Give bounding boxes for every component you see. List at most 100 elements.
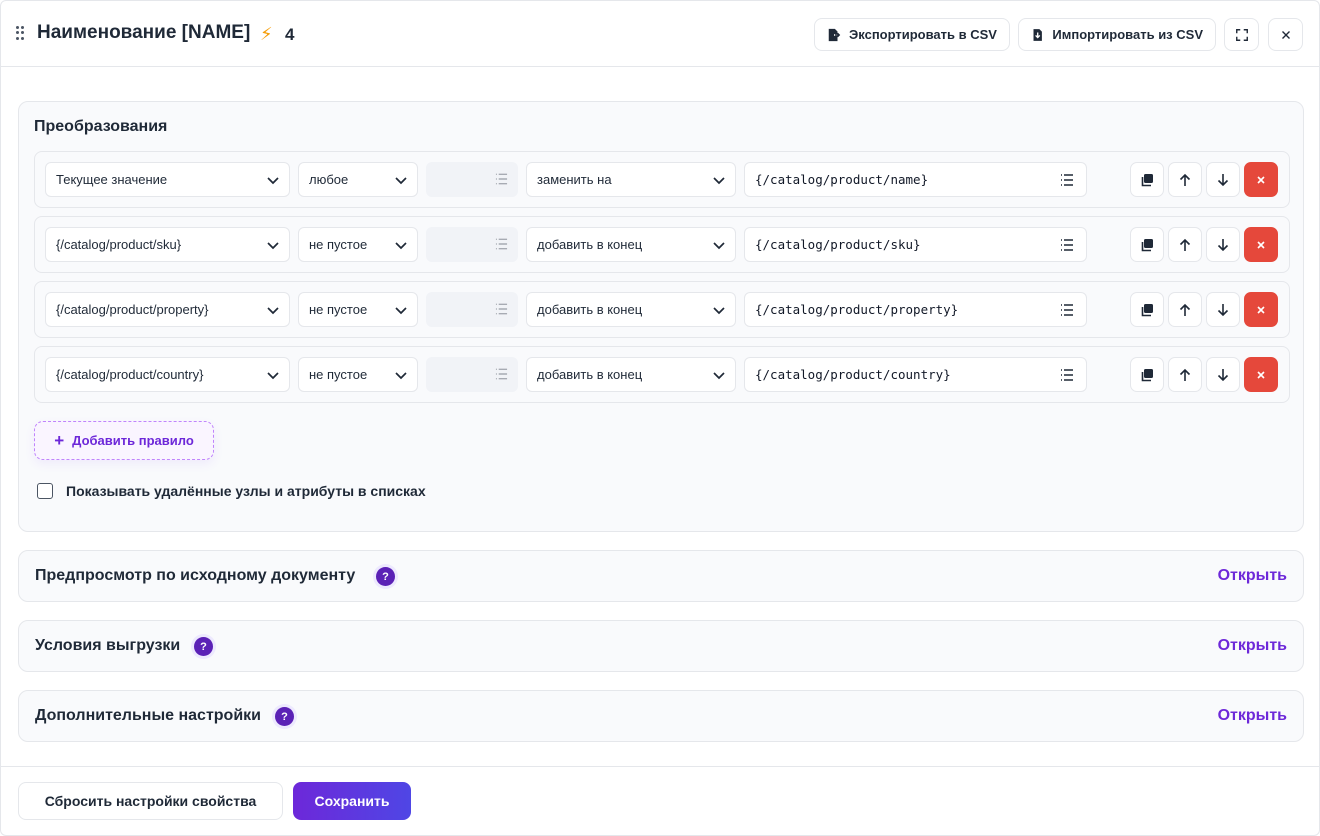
duplicate-rule-button[interactable]	[1130, 357, 1164, 392]
list-picker-icon[interactable]	[1060, 174, 1074, 186]
list-icon	[495, 368, 508, 380]
reset-settings-button[interactable]: Сбросить настройки свойства	[18, 782, 283, 820]
arrow-up-icon	[1179, 173, 1191, 186]
delete-rule-button[interactable]	[1244, 162, 1278, 197]
rule-source-value: {/catalog/product/property}	[56, 302, 209, 317]
close-icon	[1257, 370, 1265, 379]
move-down-button[interactable]	[1206, 227, 1240, 262]
rule-source-select[interactable]: {/catalog/product/property}	[45, 292, 290, 327]
section-advanced-settings-open-link[interactable]: Открыть	[1218, 707, 1287, 725]
rule-condition-select[interactable]: не пустое	[298, 292, 418, 327]
duplicate-rule-button[interactable]	[1130, 162, 1164, 197]
section-preview-open-link[interactable]: Открыть	[1218, 567, 1287, 585]
help-icon[interactable]: ?	[275, 707, 294, 726]
arrow-up-icon	[1179, 368, 1191, 381]
save-button[interactable]: Сохранить	[293, 782, 411, 820]
duplicate-rule-button[interactable]	[1130, 227, 1164, 262]
rule-row: {/catalog/product/property} не пустое до…	[34, 281, 1290, 338]
copy-icon	[1141, 238, 1153, 251]
arrow-down-icon	[1217, 368, 1229, 381]
rule-action-select[interactable]: добавить в конец	[526, 292, 736, 327]
modal-footer: Сбросить настройки свойства Сохранить	[1, 766, 1320, 836]
rule-row: {/catalog/product/sku} не пустое добавит…	[34, 216, 1290, 273]
delete-rule-button[interactable]	[1244, 357, 1278, 392]
duplicate-rule-button[interactable]	[1130, 292, 1164, 327]
section-export-conditions-open-link[interactable]: Открыть	[1218, 637, 1287, 655]
rule-source-select[interactable]: {/catalog/product/country}	[45, 357, 290, 392]
rule-value-input[interactable]: {/catalog/product/property}	[744, 292, 1087, 327]
move-up-button[interactable]	[1168, 357, 1202, 392]
rule-value-input[interactable]: {/catalog/product/name}	[744, 162, 1087, 197]
show-deleted-label: Показывать удалённые узлы и атрибуты в с…	[66, 483, 426, 499]
export-csv-button[interactable]: Экспортировать в CSV	[814, 18, 1010, 51]
move-up-button[interactable]	[1168, 227, 1202, 262]
rule-action-value: добавить в конец	[537, 367, 643, 382]
arrow-up-icon	[1179, 238, 1191, 251]
bolt-count: 4	[285, 25, 295, 44]
fullscreen-button[interactable]	[1224, 18, 1259, 51]
show-deleted-row: Показывать удалённые узлы и атрибуты в с…	[37, 483, 426, 499]
transformations-panel: Преобразования Текущее значение любое за…	[18, 101, 1304, 532]
move-down-button[interactable]	[1206, 292, 1240, 327]
move-down-button[interactable]	[1206, 162, 1240, 197]
import-csv-button[interactable]: Импортировать из CSV	[1018, 18, 1216, 51]
section-preview-title: Предпросмотр по исходному документу	[35, 567, 356, 584]
add-rule-button[interactable]: + Добавить правило	[34, 421, 214, 460]
delete-rule-button[interactable]	[1244, 227, 1278, 262]
rule-condition-value-input	[426, 227, 518, 262]
export-file-icon	[828, 28, 841, 41]
close-button[interactable]	[1268, 18, 1303, 51]
rule-condition-select[interactable]: не пустое	[298, 357, 418, 392]
section-advanced-settings: Дополнительные настройки ? Открыть	[18, 690, 1304, 742]
list-icon	[495, 173, 508, 185]
chevron-down-icon	[713, 307, 725, 315]
chevron-down-icon	[267, 242, 279, 250]
chevron-down-icon	[395, 307, 407, 315]
import-csv-label: Импортировать из CSV	[1052, 27, 1203, 42]
rule-condition-value-input	[426, 162, 518, 197]
bolt-icon: ⚡	[260, 24, 273, 44]
rule-value-text: {/catalog/product/name}	[755, 172, 929, 187]
move-up-button[interactable]	[1168, 292, 1202, 327]
import-file-icon	[1033, 28, 1042, 41]
rule-condition-select[interactable]: любое	[298, 162, 418, 197]
list-picker-icon[interactable]	[1060, 369, 1074, 381]
help-icon[interactable]: ?	[376, 567, 395, 586]
rule-value-input[interactable]: {/catalog/product/country}	[744, 357, 1087, 392]
rule-action-select[interactable]: добавить в конец	[526, 357, 736, 392]
chevron-down-icon	[267, 372, 279, 380]
arrow-down-icon	[1217, 238, 1229, 251]
rule-value-text: {/catalog/product/property}	[755, 302, 959, 317]
section-advanced-settings-title: Дополнительные настройки	[35, 707, 261, 724]
list-picker-icon[interactable]	[1060, 239, 1074, 251]
rule-source-value: Текущее значение	[56, 172, 168, 187]
move-down-button[interactable]	[1206, 357, 1240, 392]
list-icon	[495, 238, 508, 250]
chevron-down-icon	[267, 307, 279, 315]
modal-header: Наименование [NAME] ⚡ 4 Экспортировать в…	[1, 1, 1320, 67]
arrow-up-icon	[1179, 303, 1191, 316]
fullscreen-icon	[1235, 28, 1248, 41]
rule-value-input[interactable]: {/catalog/product/sku}	[744, 227, 1087, 262]
rule-row: Текущее значение любое заменить на {/cat…	[34, 151, 1290, 208]
move-up-button[interactable]	[1168, 162, 1202, 197]
chevron-down-icon	[713, 242, 725, 250]
rule-source-value: {/catalog/product/sku}	[56, 237, 182, 252]
plus-icon: +	[54, 430, 65, 450]
copy-icon	[1141, 173, 1153, 186]
delete-rule-button[interactable]	[1244, 292, 1278, 327]
show-deleted-checkbox[interactable]	[37, 483, 53, 499]
rule-source-select[interactable]: Текущее значение	[45, 162, 290, 197]
rule-action-select[interactable]: добавить в конец	[526, 227, 736, 262]
section-export-conditions-title: Условия выгрузки	[35, 637, 181, 654]
rule-action-select[interactable]: заменить на	[526, 162, 736, 197]
export-csv-label: Экспортировать в CSV	[849, 27, 997, 42]
rule-condition-value: не пустое	[309, 302, 368, 317]
drag-handle-icon[interactable]	[16, 26, 26, 40]
rule-source-select[interactable]: {/catalog/product/sku}	[45, 227, 290, 262]
rule-condition-value: не пустое	[309, 367, 368, 382]
close-icon	[1257, 175, 1265, 184]
help-icon[interactable]: ?	[194, 637, 213, 656]
rule-condition-select[interactable]: не пустое	[298, 227, 418, 262]
list-picker-icon[interactable]	[1060, 304, 1074, 316]
